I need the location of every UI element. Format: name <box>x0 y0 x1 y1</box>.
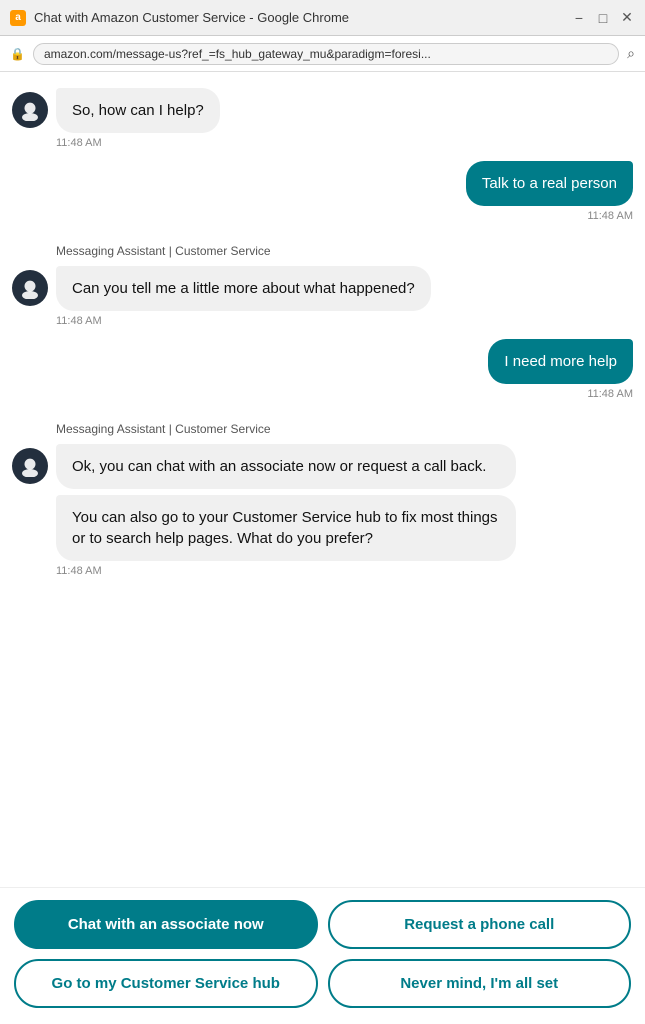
bubble-msg1-0: So, how can I help? <box>56 88 220 133</box>
request-phone-button[interactable]: Request a phone call <box>328 900 632 949</box>
message-row-msg4: I need more help 11:48 AM <box>12 339 633 400</box>
bubble-msg2-0: Talk to a real person <box>466 161 633 206</box>
address-bar: 🔒 amazon.com/message-us?ref_=fs_hub_gate… <box>0 36 645 72</box>
bot-avatar <box>12 92 48 128</box>
sender-label: Messaging Assistant | Customer Service <box>56 422 633 436</box>
bot-message-group: Can you tell me a little more about what… <box>12 266 431 311</box>
minimize-button[interactable]: − <box>571 10 587 26</box>
message-row-msg1: So, how can I help? 11:48 AM <box>12 88 633 149</box>
message-row-msg3: Can you tell me a little more about what… <box>12 266 633 327</box>
restore-button[interactable]: □ <box>595 10 611 26</box>
chat-area: So, how can I help?11:48 AMTalk to a rea… <box>0 72 645 887</box>
lock-icon: 🔒 <box>10 47 25 61</box>
bubble-msg3-0: Can you tell me a little more about what… <box>56 266 431 311</box>
bot-avatar <box>12 448 48 484</box>
timestamp-msg3: 11:48 AM <box>56 315 102 327</box>
bot-bubbles: So, how can I help? <box>56 88 220 133</box>
bot-message-group: So, how can I help? <box>12 88 220 133</box>
timestamp-msg4: 11:48 AM <box>587 388 633 400</box>
bot-avatar <box>12 270 48 306</box>
timestamp-msg2: 11:48 AM <box>587 210 633 222</box>
action-area: Chat with an associate nowRequest a phon… <box>0 887 645 1024</box>
browser-icon: a <box>10 10 26 26</box>
search-icon[interactable]: ⌕ <box>627 45 635 62</box>
url-field[interactable]: amazon.com/message-us?ref_=fs_hub_gatewa… <box>33 43 619 65</box>
bubble-msg5-1: You can also go to your Customer Service… <box>56 495 516 561</box>
close-button[interactable]: ✕ <box>619 10 635 26</box>
message-row-msg2: Talk to a real person 11:48 AM <box>12 161 633 222</box>
bot-bubbles: Ok, you can chat with an associate now o… <box>56 444 516 561</box>
bot-bubbles: Can you tell me a little more about what… <box>56 266 431 311</box>
bubble-msg5-0: Ok, you can chat with an associate now o… <box>56 444 516 489</box>
window-controls: − □ ✕ <box>571 10 635 26</box>
bot-message-group: Ok, you can chat with an associate now o… <box>12 444 516 561</box>
go-hub-button[interactable]: Go to my Customer Service hub <box>14 959 318 1008</box>
never-mind-button[interactable]: Never mind, I'm all set <box>328 959 632 1008</box>
title-bar: a Chat with Amazon Customer Service - Go… <box>0 0 645 36</box>
timestamp-msg5: 11:48 AM <box>56 565 102 577</box>
message-row-msg5: Ok, you can chat with an associate now o… <box>12 444 633 577</box>
sender-label: Messaging Assistant | Customer Service <box>56 244 633 258</box>
window-title: Chat with Amazon Customer Service - Goog… <box>34 10 571 25</box>
bubble-msg4-0: I need more help <box>488 339 633 384</box>
timestamp-msg1: 11:48 AM <box>56 137 102 149</box>
chat-associate-button[interactable]: Chat with an associate now <box>14 900 318 949</box>
